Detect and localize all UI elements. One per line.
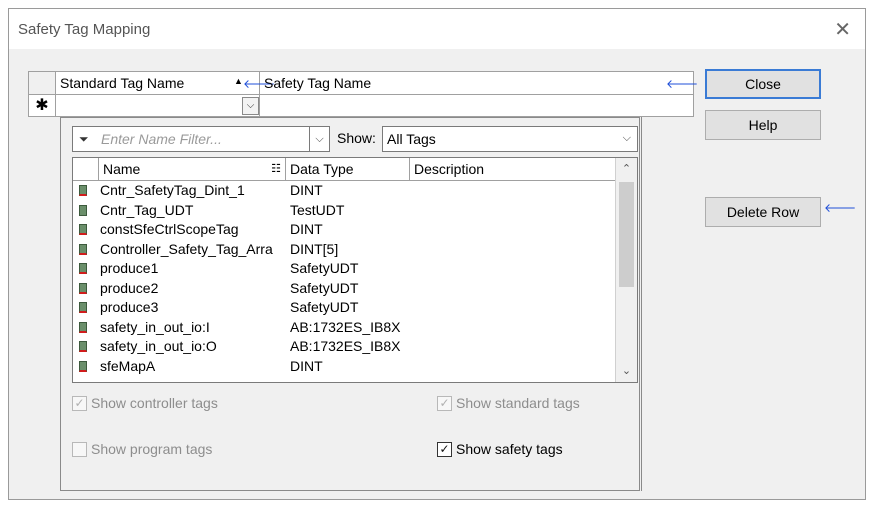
show-standard-tags-checkbox[interactable]: ✓ Show standard tags [437,395,580,411]
new-row-marker-icon: ✱ [29,95,56,116]
tag-picker-dropdown: ⏷ Enter Name Filter... ⌵ Show: All Tags … [60,117,640,491]
checkbox-label: Show program tags [91,441,213,457]
checkbox-label: Show safety tags [456,441,563,457]
checkbox-box: ✓ [437,395,452,411]
tag-data-type: AB:1732ES_IB8X [290,338,401,354]
tag-icon [79,302,87,313]
show-safety-tags-checkbox[interactable]: ✓ Show safety tags [437,441,563,457]
tag-row[interactable]: constSfeCtrlScopeTag DINT [73,220,616,240]
tag-icon [79,360,87,372]
tag-name: constSfeCtrlScopeTag [100,221,239,237]
tag-data-type: TestUDT [290,201,345,218]
checkbox-label: Show controller tags [91,395,218,411]
filter-icon: ⏷ [79,132,89,146]
scroll-thumb[interactable] [619,182,634,287]
tag-icon [79,224,87,235]
tag-icon [79,185,87,196]
close-button[interactable]: Close [705,69,821,99]
column-label-safety: Safety Tag Name [264,75,372,91]
arrow-left-icon: 🡐 [824,201,857,215]
tag-name: produce3 [100,299,159,315]
tag-row[interactable]: sfeMapA DINT [73,357,616,377]
close-icon[interactable]: ✕ [834,17,851,42]
column-label-name: Name [103,161,141,177]
help-button[interactable]: Help [705,110,821,140]
tag-icon [79,204,87,216]
show-value: All Tags [387,131,436,147]
grid-empty-area [641,117,694,491]
tag-data-type: DINT[5] [290,240,339,257]
tag-icon [79,341,87,352]
show-label: Show: [337,130,376,146]
checkbox-box: ✓ [437,441,452,457]
tag-data-type: DINT [290,182,323,198]
show-controller-tags-checkbox[interactable]: ✓ Show controller tags [72,395,218,411]
tag-data-type: AB:1732ES_IB8X [290,318,401,335]
tag-icon [79,282,87,294]
tag-name: sfeMapA [100,357,156,374]
column-label-standard: Standard Tag Name [60,75,185,91]
tag-icon [79,321,87,333]
title-bar: Safety Tag Mapping ✕ [9,9,865,49]
tag-data-type: DINT [290,357,323,374]
column-header-name[interactable]: Name ☷ [99,158,286,180]
tag-list-header: Name ☷ Data Type Description [73,158,616,181]
tag-icon [79,263,87,274]
column-label-description: Description [414,161,485,177]
filter-dropdown-button[interactable]: ⌵ [310,126,330,152]
tag-row[interactable]: Cntr_Tag_UDT TestUDT [73,201,616,221]
grid-header: Standard Tag Name ▲ 🡐 Safety Tag Name 🡐 [28,71,698,95]
vertical-scrollbar[interactable]: ⌃ ⌄ [615,158,637,382]
header-icon-column [73,158,99,180]
tag-row[interactable]: Controller_Safety_Tag_Arra DINT[5] [73,240,616,260]
sort-ascending-icon: ▲ [234,76,243,86]
column-header-data-type[interactable]: Data Type [286,158,410,180]
filter-placeholder: Enter Name Filter... [101,131,222,147]
tag-row[interactable]: Cntr_SafetyTag_Dint_1 DINT [73,181,616,201]
tag-icon [79,243,87,255]
column-options-icon[interactable]: ☷ [271,158,281,180]
scroll-down-icon[interactable]: ⌄ [616,360,637,382]
name-filter-input[interactable]: ⏷ Enter Name Filter... [72,126,310,152]
tag-data-type: SafetyUDT [290,299,359,315]
tag-name: produce1 [100,260,159,276]
chevron-down-icon: ⌵ [315,133,324,145]
tag-name: produce2 [100,279,159,296]
column-header-safety[interactable]: Safety Tag Name 🡐 [260,72,698,94]
tag-name: safety_in_out_io:I [100,318,210,335]
checkbox-label: Show standard tags [456,395,580,411]
tag-data-type: SafetyUDT [290,260,359,276]
tag-name: Controller_Safety_Tag_Arra [100,240,273,257]
arrow-left-icon: 🡐 [666,77,699,91]
checkbox-box [72,441,87,457]
tag-row[interactable]: produce1 SafetyUDT [73,259,616,279]
show-program-tags-checkbox[interactable]: Show program tags [72,441,212,457]
column-header-description[interactable]: Description [410,158,616,180]
safety-tag-mapping-dialog: Safety Tag Mapping ✕ Standard Tag Name ▲… [8,8,866,500]
grid-corner [29,72,56,94]
tag-row[interactable]: safety_in_out_io:O AB:1732ES_IB8X [73,337,616,357]
tag-name: Cntr_SafetyTag_Dint_1 [100,182,245,198]
dialog-title: Safety Tag Mapping [18,21,151,38]
tag-row[interactable]: produce2 SafetyUDT [73,279,616,299]
grid-new-row[interactable]: ✱ ⌵ [28,95,694,117]
chevron-down-icon: ⌵ [622,132,631,144]
cell-divider [259,95,260,116]
tag-data-type: DINT [290,221,323,237]
column-header-standard[interactable]: Standard Tag Name ▲ 🡐 [56,72,275,94]
tag-rows: Cntr_SafetyTag_Dint_1 DINT Cntr_Tag_UDT Tes… [73,181,616,376]
tag-row[interactable]: safety_in_out_io:I AB:1732ES_IB8X [73,318,616,338]
mapping-grid: Standard Tag Name ▲ 🡐 Safety Tag Name 🡐 … [28,71,698,491]
tag-data-type: SafetyUDT [290,279,359,296]
tag-name: Cntr_Tag_UDT [100,201,194,218]
scroll-up-icon[interactable]: ⌃ [616,158,637,180]
tag-name: safety_in_out_io:O [100,338,217,354]
tag-list: Name ☷ Data Type Description Cntr_Safety… [72,157,638,383]
column-label-data-type: Data Type [290,161,354,177]
show-select[interactable]: All Tags ⌵ [382,126,638,152]
checkbox-box: ✓ [72,395,87,411]
tag-row[interactable]: produce3 SafetyUDT [73,298,616,318]
chevron-down-icon[interactable]: ⌵ [242,97,259,115]
delete-row-button[interactable]: Delete Row [705,197,821,227]
